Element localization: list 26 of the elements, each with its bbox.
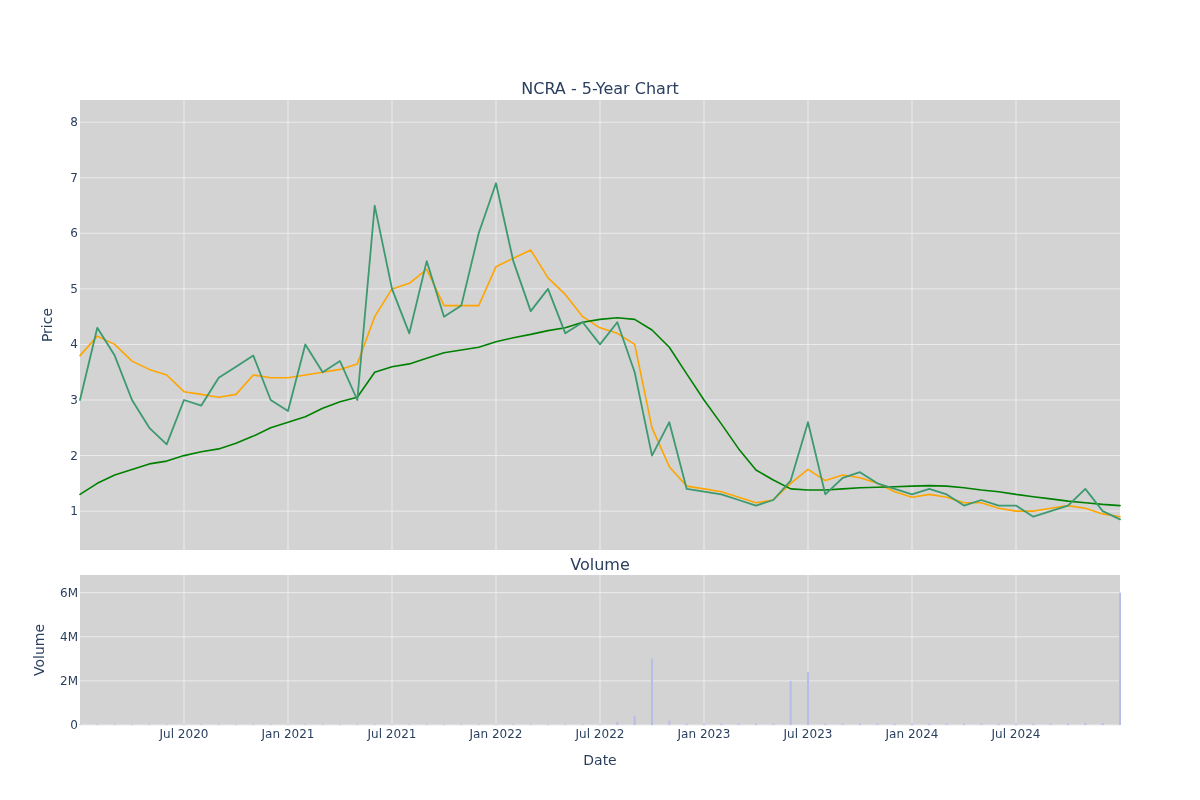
y-axis-title: Price	[39, 307, 55, 343]
x-tick-label: Jul 2024	[991, 727, 1041, 741]
x-tick-label: Jul 2020	[159, 727, 209, 741]
x-tick-label: Jul 2022	[575, 727, 625, 741]
x-tick-label: Jan 2023	[677, 727, 731, 741]
x-tick-label: Jan 2021	[261, 727, 315, 741]
x-tick-label: Jan 2022	[469, 727, 523, 741]
chart-title: NCRA - 5-Year Chart	[521, 79, 679, 98]
y-tick-label: 1	[70, 504, 78, 519]
x-tick-label: Jul 2023	[783, 727, 833, 741]
x-tick-label: Jul 2021	[367, 727, 417, 741]
y-tick-label: 6	[70, 226, 78, 241]
y-tick-label: 3	[70, 393, 78, 407]
y-tick-label: 2M	[60, 673, 78, 688]
y-tick-label: 4M	[60, 629, 78, 644]
y-tick-label: 7	[70, 170, 78, 185]
chart-title: Volume	[570, 555, 630, 574]
x-axis-title: Date	[583, 752, 617, 768]
y-tick-label: 5	[70, 281, 78, 296]
y-tick-label: 0	[70, 718, 78, 732]
y-axis-title: Volume	[31, 623, 47, 677]
y-tick-label: 4	[70, 337, 78, 352]
y-tick-label: 2	[70, 448, 78, 463]
y-tick-label: 6M	[60, 585, 78, 600]
y-tick-label: 8	[70, 115, 78, 130]
x-tick-label: Jan 2024	[885, 727, 939, 741]
